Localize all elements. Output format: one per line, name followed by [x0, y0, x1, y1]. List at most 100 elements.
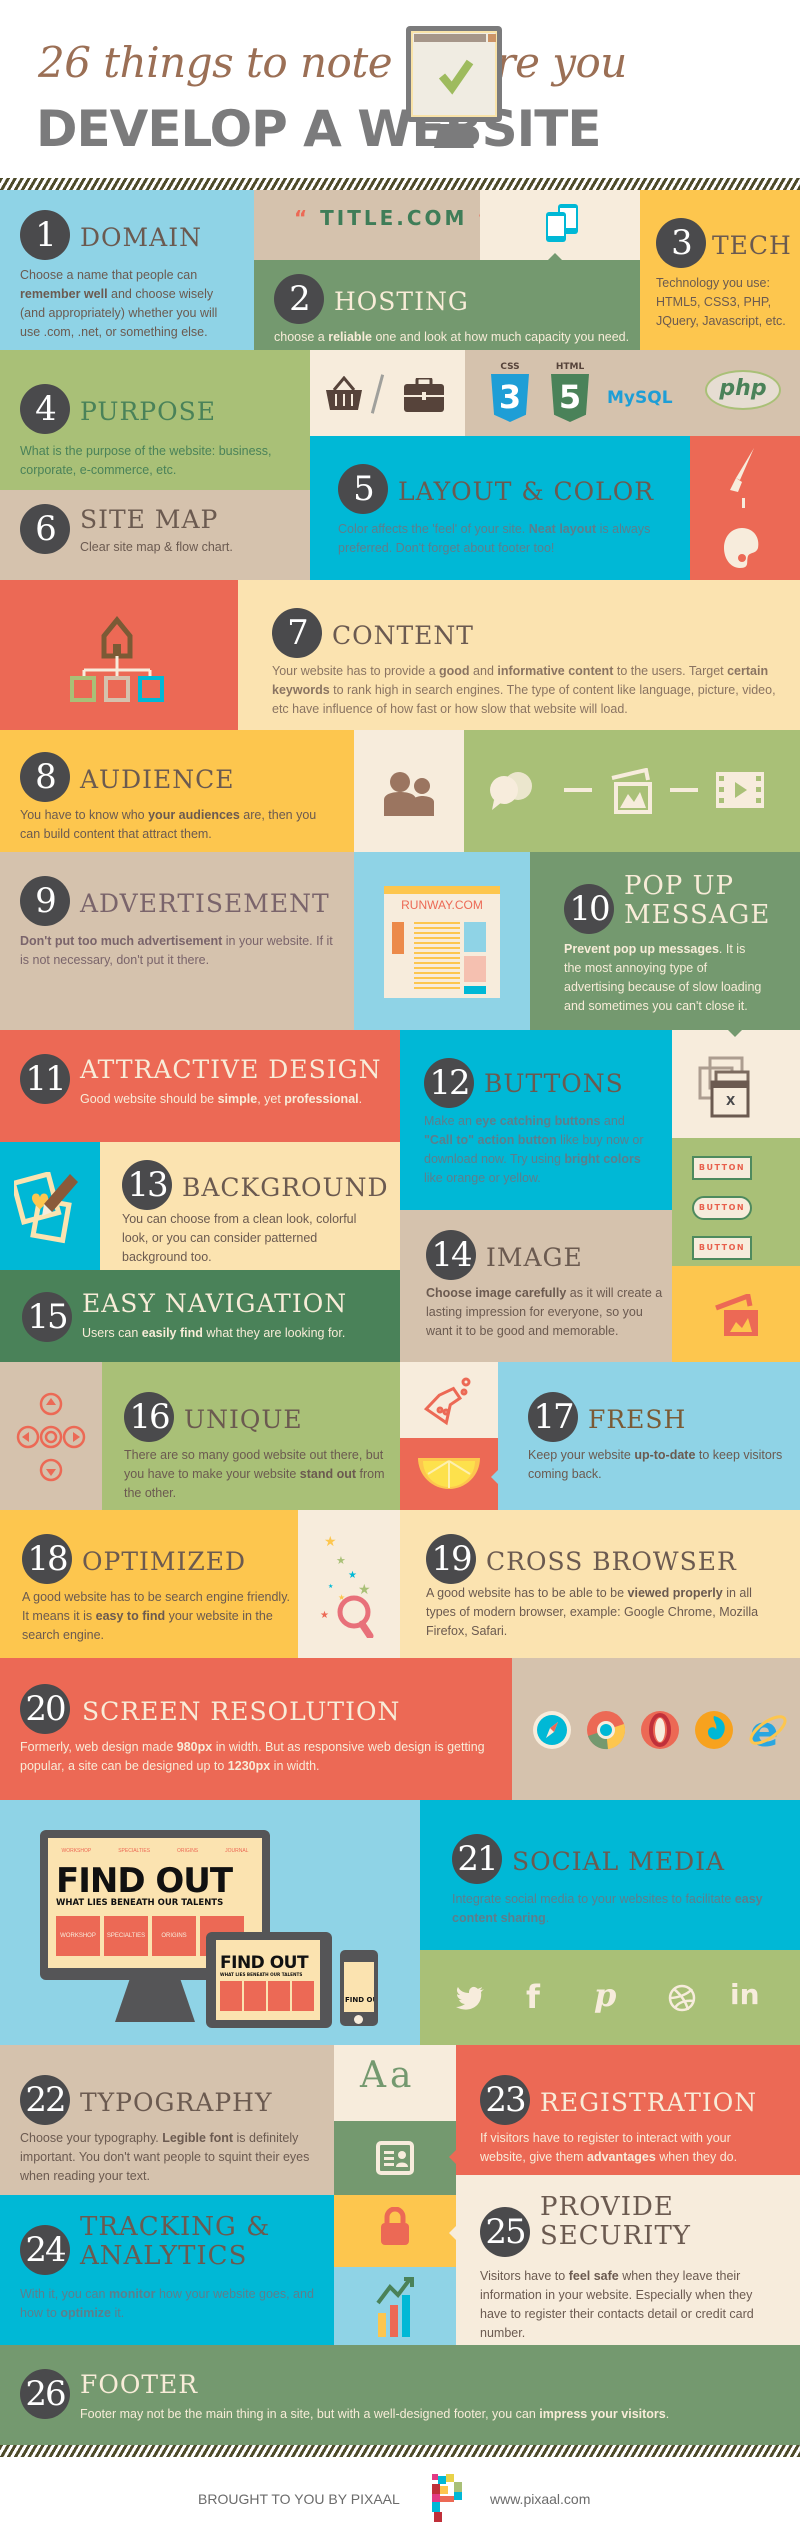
- navigation-arrows-icon: [16, 1392, 86, 1486]
- item-desc: You have to know who your audiences are,…: [20, 808, 317, 841]
- example-button-rounded[interactable]: BUTTON: [692, 1196, 752, 1220]
- item-7-content: 7 CONTENT Your website has to provide a …: [238, 580, 800, 730]
- linkedin-icon[interactable]: in: [730, 1978, 760, 2011]
- svg-text:★: ★: [320, 1610, 329, 1621]
- example-button-square[interactable]: BUTTON: [692, 1156, 752, 1180]
- twitter-icon[interactable]: [456, 1986, 484, 2014]
- emphasis: professional: [284, 1092, 359, 1106]
- emphasis: stand out: [299, 1467, 357, 1481]
- dribbble-icon[interactable]: [668, 1984, 696, 2016]
- emphasis: 1230px: [227, 1759, 271, 1773]
- item-title: UNIQUE: [184, 1405, 303, 1434]
- mockup-site-name: RUNWAY.COM: [401, 898, 483, 912]
- main-title: DEVELOP A WEBSITE: [36, 100, 602, 158]
- emphasis: simple: [217, 1092, 258, 1106]
- emphasis: monitor: [108, 2287, 156, 2301]
- item-11-attractive-design: 11 ATTRACTIVE DESIGN Good website should…: [0, 1030, 400, 1142]
- item-desc: If visitors have to register to interact…: [480, 2131, 738, 2164]
- item-4-purpose: 4 PURPOSE What is the purpose of the web…: [0, 350, 310, 490]
- image-gallery-icon: [610, 767, 654, 818]
- opera-icon: [640, 1710, 680, 1754]
- number-badge: 3: [656, 218, 706, 268]
- css-number: 3: [491, 374, 529, 422]
- item-title: REGISTRATION: [540, 2088, 758, 2117]
- item-desc: What is the purpose of the website: busi…: [20, 444, 272, 477]
- phone-mockup: FIND OUT: [340, 1950, 378, 2026]
- number-badge: 7: [272, 608, 322, 658]
- number-badge: 23: [480, 2075, 530, 2125]
- tech-logos-panel: CSS 3 HTML 5 MySQL php: [465, 350, 800, 436]
- item-title: BUTTONS: [484, 1069, 624, 1098]
- facebook-icon[interactable]: f: [526, 1978, 540, 2016]
- close-quote: ”: [467, 206, 480, 230]
- item-title: TECH: [712, 231, 792, 260]
- number-badge: 22: [20, 2075, 70, 2125]
- emphasis: Don't put too much advertisement: [20, 934, 223, 948]
- nav-origins: ORIGINS: [177, 1848, 199, 1854]
- pinterest-icon[interactable]: p: [594, 1976, 616, 2014]
- svg-text:★: ★: [358, 1582, 371, 1598]
- tablet-screen: FIND OUT WHAT LIES BENEATH OUR TALENTS: [216, 1940, 320, 2020]
- number-badge: 20: [20, 1684, 70, 1734]
- briefcase-icon: [404, 376, 444, 416]
- typography-sample: Aa: [360, 2055, 416, 2096]
- item-desc: You can choose from a clean look, colorf…: [122, 1212, 357, 1264]
- number-badge: 1: [20, 210, 70, 260]
- credit-url[interactable]: www.pixaal.com: [490, 2491, 590, 2507]
- chrome-icon: [586, 1710, 626, 1754]
- chat-bubbles-icon: [488, 770, 534, 814]
- item-22-typography: 22 TYPOGRAPHY Choose your typography. Le…: [0, 2045, 334, 2195]
- pointer: [442, 2150, 456, 2164]
- number-badge: 8: [20, 752, 70, 802]
- audience-panel: [354, 730, 464, 852]
- item-title: TYPOGRAPHY: [80, 2088, 273, 2117]
- tablet-tiles: [220, 1981, 320, 2011]
- item-title: FOOTER: [80, 2370, 199, 2399]
- emphasis: up-to-date: [634, 1448, 696, 1462]
- example-button-flat[interactable]: BUTTON: [692, 1236, 752, 1260]
- item-10-pop-up-message: 10 POP UP MESSAGE Prevent pop up message…: [530, 852, 800, 1030]
- item-14-image: 14 IMAGE Choose image carefully as it wi…: [400, 1210, 672, 1362]
- id-card-icon: [376, 2141, 414, 2179]
- emphasis: bright colors: [564, 1152, 641, 1166]
- item-title: CONTENT: [332, 621, 474, 650]
- item-desc: Footer may not be the main thing in a si…: [80, 2407, 670, 2421]
- item-17-fresh: 17 FRESH Keep your website up-to-date to…: [498, 1362, 800, 1510]
- item-desc: Users can easily find what they are look…: [82, 1326, 346, 1340]
- facebook-glyph: f: [526, 1978, 540, 2016]
- tile-origins: ORIGINS: [152, 1916, 196, 1956]
- analytics-chart-icon: [376, 2277, 414, 2343]
- item-title: CROSS BROWSER: [486, 1547, 737, 1576]
- item-21-social-media: 21 SOCIAL MEDIA Integrate social media t…: [420, 1800, 800, 1950]
- item-desc: With it, you can monitor how your websit…: [20, 2287, 314, 2320]
- pinterest-glyph: p: [594, 1976, 617, 2014]
- number-badge: 6: [20, 504, 70, 554]
- emphasis: 980px: [176, 1740, 213, 1754]
- emphasis: viewed properly: [627, 1586, 723, 1600]
- mockup-ad-2: [464, 956, 486, 982]
- mockup-ad-banner: [392, 922, 404, 954]
- item-desc: Clear site map & flow chart.: [80, 540, 233, 554]
- background-panel: [0, 1142, 100, 1270]
- item-18-optimized: 18 OPTIMIZED A good website has to be se…: [0, 1510, 298, 1658]
- number-badge: 26: [20, 2369, 70, 2419]
- item-desc: choose a reliable one and look at how mu…: [274, 330, 630, 344]
- item-19-cross-browser: 19 CROSS BROWSER A good website has to b…: [400, 1510, 800, 1658]
- search-stars-icon: ★ ★ ★ ★ ★ ★ ★: [318, 1530, 382, 1642]
- item-desc: Technology you use: HTML5, CSS3, PHP, JQ…: [656, 276, 786, 328]
- domain-sample-text: TITLE.COM: [320, 206, 468, 230]
- number-badge: 19: [426, 1534, 476, 1584]
- item-13-background: 13 BACKGROUND You can choose from a clea…: [100, 1142, 400, 1270]
- nav-workshop: WORKSHOP: [61, 1848, 92, 1854]
- html5-logo: HTML 5: [551, 362, 589, 422]
- number-badge: 13: [122, 1160, 172, 1210]
- emphasis: easily find: [141, 1326, 203, 1340]
- pointer: [442, 2226, 456, 2240]
- number-badge: 5: [338, 464, 388, 514]
- item-desc: Prevent pop up messages. It is the most …: [564, 942, 762, 1013]
- item-5-layout-color: 5 LAYOUT & COLOR Color affects the 'feel…: [310, 436, 690, 580]
- item-title: BACKGROUND: [182, 1173, 389, 1202]
- domain-sample: “ TITLE.COM ”: [294, 206, 480, 230]
- credit-text: BROUGHT TO YOU BY PIXAAL: [198, 2491, 400, 2507]
- item-desc: Make an eye catching buttons and "Call t…: [424, 1114, 644, 1185]
